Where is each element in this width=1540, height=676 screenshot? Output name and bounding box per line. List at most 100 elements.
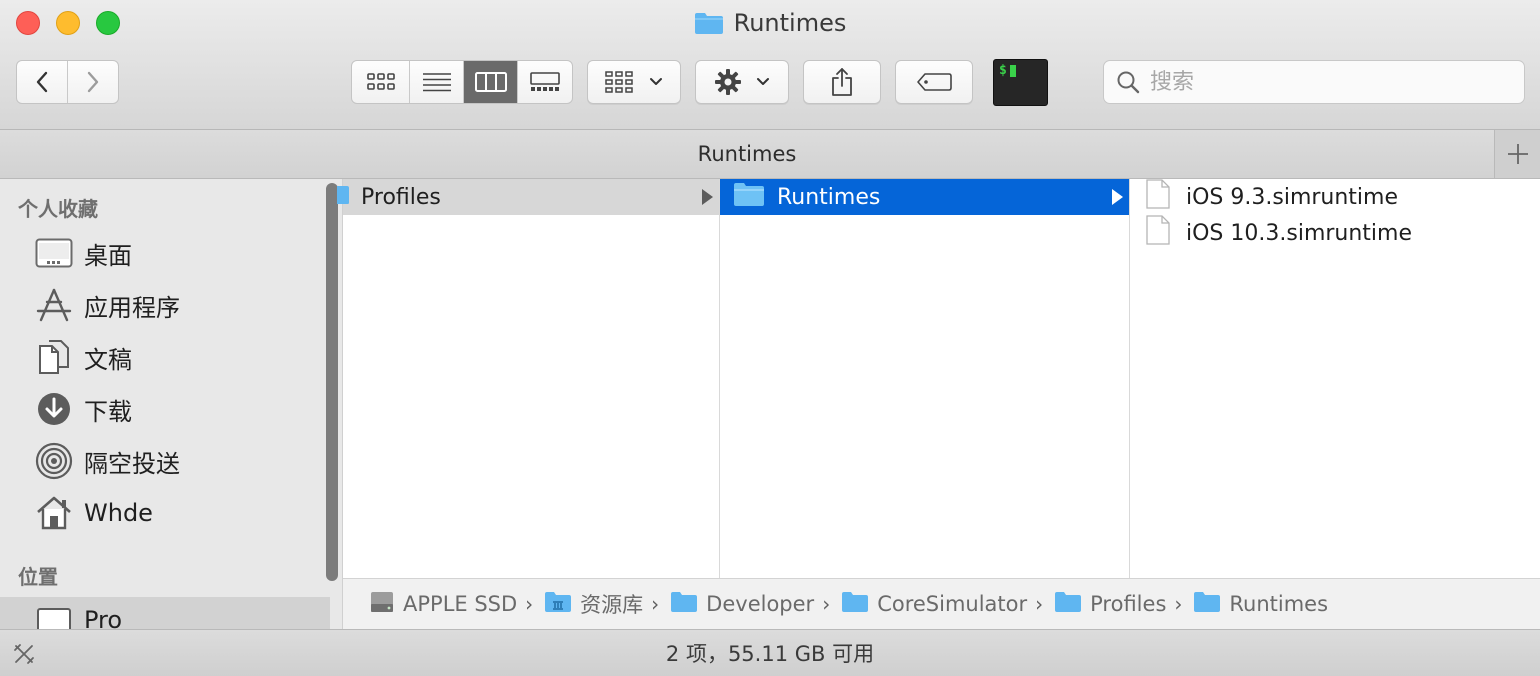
- list-view-button[interactable]: [410, 61, 464, 103]
- sidebar-item-applications[interactable]: 应用程序: [0, 282, 330, 328]
- group-by-button[interactable]: [587, 60, 681, 104]
- terminal-prompt: $: [999, 63, 1007, 78]
- disclosure-arrow-icon: [702, 189, 713, 205]
- sidebar-scrollbar[interactable]: [326, 183, 338, 581]
- chevron-right-icon: [87, 71, 99, 93]
- downloads-icon: [34, 389, 74, 429]
- sidebar-item-label: Pro: [84, 606, 123, 629]
- item-label: Runtimes: [777, 184, 881, 210]
- path-item-apple-ssd[interactable]: APPLE SSD: [369, 589, 517, 620]
- sidebar-item-documents[interactable]: 文稿: [0, 334, 330, 380]
- path-separator: ›: [1174, 592, 1183, 616]
- chevron-left-icon: [36, 71, 48, 93]
- folder-icon: [841, 591, 869, 618]
- crumb-label: Developer: [706, 592, 815, 616]
- plus-icon: [1507, 144, 1528, 164]
- list-item-profiles[interactable]: Profiles: [337, 179, 719, 215]
- path-item-library[interactable]: 资源库: [544, 589, 643, 619]
- status-text: 2 项，55.11 GB 可用: [665, 642, 875, 666]
- search-input[interactable]: [1150, 69, 1510, 95]
- sidebar-item-downloads[interactable]: 下载: [0, 386, 330, 432]
- terminal-shortcut-button[interactable]: $: [993, 59, 1048, 106]
- column-2: Runtimes: [720, 179, 1130, 578]
- icon-view-button[interactable]: [352, 61, 410, 103]
- window-title-text: Runtimes: [733, 9, 847, 37]
- list-item-file[interactable]: iOS 10.3.simruntime: [1130, 215, 1539, 251]
- tab-bar: Runtimes: [0, 130, 1540, 179]
- crumb-label: Profiles: [1090, 592, 1167, 616]
- navigation-buttons: [16, 60, 119, 104]
- sidebar-item-label: 下载: [84, 397, 132, 426]
- gear-icon: [715, 69, 741, 95]
- documents-icon: [34, 337, 74, 377]
- path-separator: ›: [822, 592, 831, 616]
- search-icon: [1117, 71, 1140, 94]
- folder-icon: [337, 183, 351, 211]
- sidebar-item-label: Whde: [84, 499, 153, 527]
- sidebar-item-label: 桌面: [84, 241, 132, 270]
- folder-icon: [694, 11, 724, 35]
- sidebar-item-airdrop[interactable]: 隔空投送: [0, 438, 330, 484]
- back-button[interactable]: [17, 61, 68, 103]
- path-bar: APPLE SSD › 资源库 › Developer › CoreSimula…: [343, 578, 1540, 629]
- locations-header: 位置: [18, 565, 58, 589]
- crumb-label: CoreSimulator: [877, 592, 1028, 616]
- item-label: Profiles: [361, 184, 441, 210]
- path-item-profiles[interactable]: Profiles: [1054, 591, 1166, 618]
- sidebar-item-desktop[interactable]: 桌面: [0, 230, 330, 276]
- crumb-label: APPLE SSD: [403, 592, 518, 616]
- list-item-runtimes[interactable]: Runtimes: [720, 179, 1129, 215]
- window-toolbar: Runtimes $ 搜索: [0, 0, 1540, 130]
- search-field[interactable]: [1103, 60, 1525, 104]
- terminal-cursor-icon: [1010, 65, 1016, 77]
- tab-runtimes[interactable]: Runtimes: [0, 130, 1494, 178]
- crumb-label: Runtimes: [1229, 592, 1329, 616]
- new-tab-button[interactable]: [1494, 130, 1540, 178]
- list-icon: [422, 73, 451, 92]
- favorites-header: 个人收藏: [18, 197, 98, 221]
- column-browser: Profiles Runtimes iOS 9.3.simruntime iOS…: [337, 179, 1540, 578]
- disclosure-arrow-icon: [1112, 189, 1123, 205]
- applications-icon: [34, 285, 74, 325]
- chevron-down-icon: [757, 78, 769, 85]
- sidebar-item-label: 隔空投送: [84, 449, 180, 478]
- folder-icon: [733, 181, 765, 213]
- column-view-button[interactable]: [464, 61, 518, 103]
- action-menu-button[interactable]: [695, 60, 789, 104]
- computer-icon: [34, 600, 74, 629]
- disk-icon: [369, 589, 395, 620]
- home-icon: [34, 493, 74, 533]
- gallery-view-button[interactable]: [518, 61, 572, 103]
- window-title: Runtimes: [0, 8, 1540, 38]
- forward-button[interactable]: [68, 61, 118, 103]
- folder-icon: [1054, 591, 1082, 618]
- item-label: iOS 9.3.simruntime: [1186, 184, 1399, 210]
- folder-icon: [1193, 591, 1221, 618]
- share-button[interactable]: [803, 60, 881, 104]
- hide-sidebar-icon[interactable]: [12, 642, 36, 671]
- share-icon: [832, 68, 852, 96]
- icon-grid-icon: [366, 73, 395, 90]
- column-1: Profiles: [337, 179, 720, 578]
- desktop-icon: [34, 233, 74, 273]
- airdrop-icon: [34, 441, 74, 481]
- chevron-down-icon: [650, 78, 662, 85]
- sidebar-item-home[interactable]: Whde: [0, 490, 330, 536]
- sidebar-item-label: 应用程序: [84, 293, 180, 322]
- sidebar-item-pro[interactable]: Pro: [0, 597, 330, 629]
- tags-button[interactable]: [895, 60, 973, 104]
- column-3: iOS 9.3.simruntime iOS 10.3.simruntime: [1130, 179, 1540, 578]
- library-folder-icon: [544, 591, 572, 618]
- crumb-label: 资源库: [580, 593, 644, 617]
- document-icon: [1146, 215, 1170, 251]
- path-item-runtimes[interactable]: Runtimes: [1193, 591, 1328, 618]
- columns-icon: [474, 72, 507, 92]
- sidebar-item-label: 文稿: [84, 345, 132, 374]
- path-item-developer[interactable]: Developer: [670, 591, 814, 618]
- path-item-coresimulator[interactable]: CoreSimulator: [841, 591, 1027, 618]
- path-separator: ›: [1035, 592, 1044, 616]
- item-label: iOS 10.3.simruntime: [1186, 220, 1413, 246]
- list-item-file[interactable]: iOS 9.3.simruntime: [1130, 179, 1539, 215]
- view-mode-selector: [351, 60, 573, 104]
- status-bar: 2 项，55.11 GB 可用: [0, 629, 1540, 676]
